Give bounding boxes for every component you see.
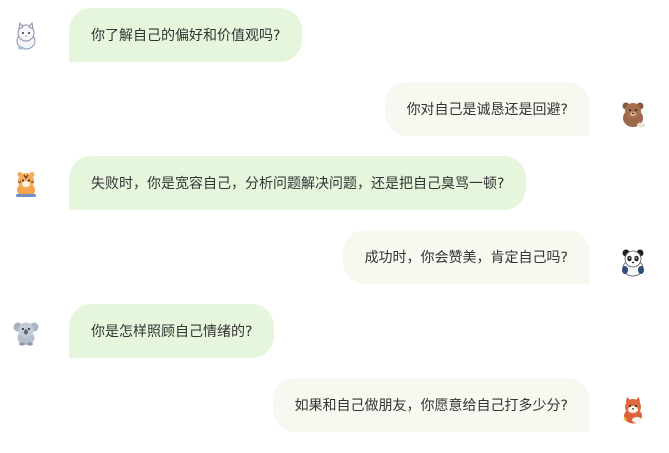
message-bubble-incoming[interactable]: 你是怎样照顾自己情绪的? (69, 304, 275, 358)
message-row: 你对自己是诚恳还是回避? (0, 82, 669, 142)
white-cat-icon (10, 20, 42, 52)
brown-bear-icon (617, 98, 649, 130)
red-panda-icon (617, 394, 649, 426)
message-row: 失败时，你是宽容自己，分析问题解决问题，还是把自己臭骂一顿? (0, 156, 669, 216)
message-bubble-outgoing[interactable]: 如果和自己做朋友，你愿意给自己打多少分? (272, 378, 590, 432)
message-bubble-incoming[interactable]: 你了解自己的偏好和价值观吗? (69, 8, 303, 62)
koala-icon (10, 316, 42, 348)
message-bubble-incoming[interactable]: 失败时，你是宽容自己，分析问题解决问题，还是把自己臭骂一顿? (69, 156, 527, 210)
chat-thread: 你了解自己的偏好和价值观吗? 你对自己是诚恳还是回避? 失败时，你是宽容自己，分… (0, 0, 669, 453)
message-row: 成功时，你会赞美，肯定自己吗? (0, 230, 669, 290)
message-row: 你是怎样照顾自己情绪的? (0, 304, 669, 364)
message-row: 如果和自己做朋友，你愿意给自己打多少分? (0, 378, 669, 438)
tiger-icon (10, 168, 42, 200)
message-row: 你了解自己的偏好和价值观吗? (0, 8, 669, 68)
message-bubble-outgoing[interactable]: 你对自己是诚恳还是回避? (384, 82, 590, 136)
message-bubble-outgoing[interactable]: 成功时，你会赞美，肯定自己吗? (342, 230, 590, 284)
panda-icon (617, 246, 649, 278)
